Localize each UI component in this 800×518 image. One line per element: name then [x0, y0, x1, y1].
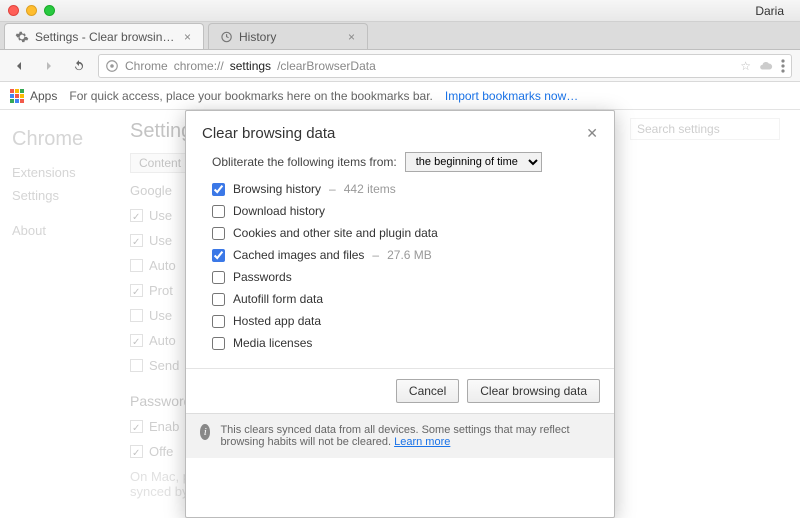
site-chip-icon [105, 59, 119, 73]
clear-option-checkbox[interactable] [212, 337, 225, 350]
star-icon[interactable]: ☆ [740, 59, 751, 73]
clear-browsing-data-dialog: Clear browsing data ✕ Obliterate the fol… [185, 110, 615, 518]
clear-option-checkbox[interactable] [212, 205, 225, 218]
apps-button[interactable]: Apps [10, 89, 57, 103]
apps-icon [10, 89, 24, 103]
clear-option-detail: 442 items [344, 182, 396, 196]
window-traffic-lights [8, 5, 55, 16]
tab-close-icon[interactable]: × [346, 30, 357, 44]
clear-option: Download history [212, 204, 598, 218]
cloud-icon[interactable] [759, 59, 773, 73]
zoom-window-button[interactable] [44, 5, 55, 16]
gear-icon [15, 30, 29, 44]
forward-button[interactable] [38, 55, 60, 77]
clear-option: Passwords [212, 270, 598, 284]
bookmarks-tip: For quick access, place your bookmarks h… [69, 89, 433, 103]
tab-history[interactable]: History × [208, 23, 368, 49]
address-bar[interactable]: Chrome chrome:// settings/clearBrowserDat… [98, 54, 792, 78]
clear-option-checkbox[interactable] [212, 249, 225, 262]
browser-toolbar: Chrome chrome:// settings/clearBrowserDat… [0, 50, 800, 82]
url-path: /clearBrowserData [277, 59, 376, 73]
url-scheme-label: Chrome [125, 59, 168, 73]
time-range-select[interactable]: the beginning of time [405, 152, 542, 172]
obliterate-label: Obliterate the following items from: [212, 155, 397, 169]
clear-option-checkbox[interactable] [212, 315, 225, 328]
back-button[interactable] [8, 55, 30, 77]
tab-label: History [239, 30, 340, 44]
clear-option-detail: 27.6 MB [387, 248, 432, 262]
url-host: settings [230, 59, 271, 73]
clear-option-label: Media licenses [233, 336, 312, 350]
window-titlebar: Daria [0, 0, 800, 22]
clear-option-checkbox[interactable] [212, 271, 225, 284]
history-icon [219, 30, 233, 44]
browser-tabs: Settings - Clear browsing data × History… [0, 22, 800, 50]
tab-close-icon[interactable]: × [182, 30, 193, 44]
clear-option-label: Passwords [233, 270, 292, 284]
tab-label: Settings - Clear browsing data [35, 30, 176, 44]
clear-option-checkbox[interactable] [212, 183, 225, 196]
modal-overlay: Clear browsing data ✕ Obliterate the fol… [0, 110, 800, 518]
clear-option: Cookies and other site and plugin data [212, 226, 598, 240]
clear-option: Media licenses [212, 336, 598, 350]
dialog-info: i This clears synced data from all devic… [186, 413, 614, 458]
close-icon[interactable]: ✕ [586, 125, 598, 142]
separator: – [329, 182, 336, 196]
clear-option-label: Cookies and other site and plugin data [233, 226, 438, 240]
apps-label: Apps [30, 89, 57, 103]
tab-settings[interactable]: Settings - Clear browsing data × [4, 23, 204, 49]
clear-option-label: Hosted app data [233, 314, 321, 328]
clear-option: Hosted app data [212, 314, 598, 328]
clear-option: Autofill form data [212, 292, 598, 306]
clear-browsing-data-button[interactable]: Clear browsing data [467, 379, 600, 403]
minimize-window-button[interactable] [26, 5, 37, 16]
clear-option-checkbox[interactable] [212, 293, 225, 306]
menu-icon[interactable] [781, 59, 785, 73]
reload-button[interactable] [68, 55, 90, 77]
import-bookmarks-link[interactable]: Import bookmarks now… [445, 89, 578, 103]
clear-option-label: Browsing history [233, 182, 321, 196]
clear-option: Browsing history – 442 items [212, 182, 598, 196]
clear-option-checkbox[interactable] [212, 227, 225, 240]
separator: – [372, 248, 379, 262]
cancel-button[interactable]: Cancel [396, 379, 459, 403]
learn-more-link[interactable]: Learn more [394, 436, 450, 448]
clear-option: Cached images and files – 27.6 MB [212, 248, 598, 262]
profile-name[interactable]: Daria [755, 4, 792, 18]
close-window-button[interactable] [8, 5, 19, 16]
clear-option-label: Download history [233, 204, 325, 218]
url-host-prefix: chrome:// [174, 59, 224, 73]
bookmarks-bar: Apps For quick access, place your bookma… [0, 82, 800, 110]
clear-option-label: Cached images and files [233, 248, 364, 262]
info-icon: i [200, 424, 210, 440]
clear-option-label: Autofill form data [233, 292, 323, 306]
dialog-title: Clear browsing data [202, 125, 586, 142]
